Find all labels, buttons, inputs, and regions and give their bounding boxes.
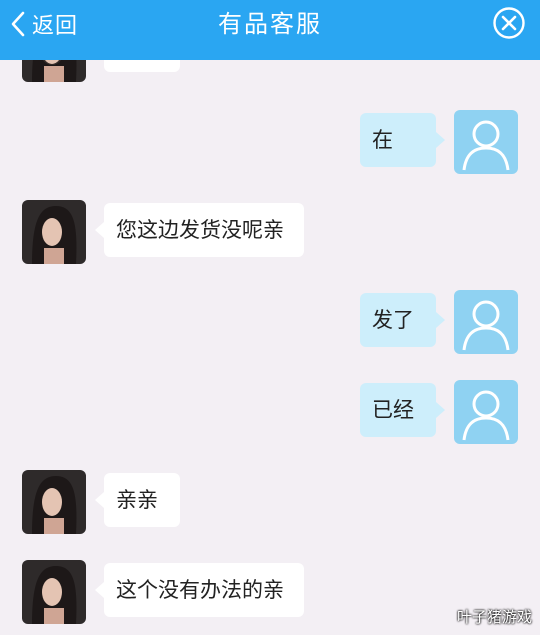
user-avatar[interactable]	[454, 380, 518, 444]
user-avatar[interactable]	[454, 290, 518, 354]
top-navigation-bar: 返回 有品客服	[0, 0, 540, 60]
page-title: 有品客服	[218, 10, 322, 38]
message-bubble-outgoing[interactable]: 发了	[360, 293, 445, 347]
message-bubble-incoming[interactable]: 这个没有办法的亲	[95, 563, 304, 617]
user-icon	[462, 120, 510, 171]
message-bubble-incoming[interactable]: 您这边发货没呢亲	[95, 203, 304, 257]
watermark: 叶子猪游戏	[456, 608, 532, 626]
back-button[interactable]: 返回	[8, 0, 78, 48]
close-icon	[492, 6, 526, 40]
message-bubble-outgoing[interactable]: 在	[360, 113, 445, 167]
agent-avatar[interactable]	[22, 560, 86, 624]
chat-message-list[interactable]: 在 您这边发货没呢亲 发了 已经 亲亲 这个没有办法的亲	[0, 60, 540, 635]
message-bubble-incoming[interactable]: 亲亲	[95, 473, 180, 527]
message-bubble-outgoing[interactable]: 已经	[360, 383, 445, 437]
agent-avatar[interactable]	[22, 470, 86, 534]
user-icon	[462, 300, 510, 351]
agent-avatar[interactable]	[22, 60, 86, 82]
message-bubble-incoming[interactable]	[104, 60, 180, 72]
user-avatar[interactable]	[454, 110, 518, 174]
back-label: 返回	[32, 14, 79, 39]
chevron-left-icon	[8, 10, 28, 38]
agent-avatar[interactable]	[22, 200, 86, 264]
close-button[interactable]	[492, 6, 526, 40]
user-icon	[462, 390, 510, 441]
